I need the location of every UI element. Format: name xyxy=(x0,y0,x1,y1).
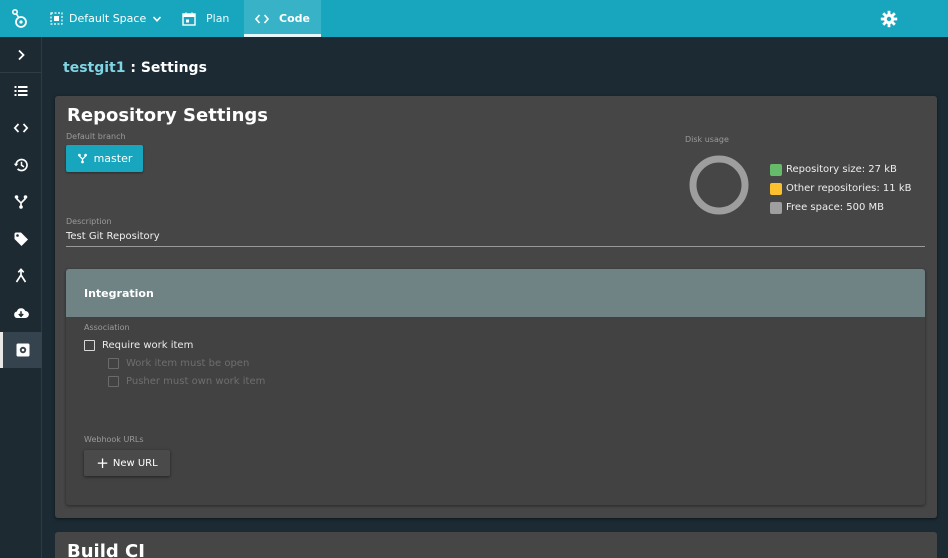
legend-item-free-space: Free space: 500 MB xyxy=(770,198,911,217)
pusher-owns-checkbox: Pusher must own work item xyxy=(108,376,265,387)
legend-label: Free space: 500 MB xyxy=(786,202,885,213)
sidebar-item-tags[interactable] xyxy=(0,221,42,257)
default-branch-value: master xyxy=(93,152,133,165)
space-icon xyxy=(50,12,63,25)
tab-plan[interactable]: Plan xyxy=(182,0,229,37)
cloud-download-icon xyxy=(14,308,29,318)
breadcrumb-page: : Settings xyxy=(125,60,207,76)
sidebar-item-history[interactable] xyxy=(0,147,42,183)
pusher-owns-label: Pusher must own work item xyxy=(126,376,266,387)
default-branch-label: Default branch xyxy=(66,132,126,141)
sidebar-item-branches[interactable] xyxy=(0,184,42,220)
legend-label: Repository size: 27 kB xyxy=(786,164,897,175)
description-label: Description xyxy=(66,217,112,226)
gear-icon[interactable] xyxy=(880,10,898,28)
checkbox-box[interactable] xyxy=(84,340,95,351)
branch-icon xyxy=(14,195,28,209)
sidebar-item-settings[interactable] xyxy=(0,332,42,368)
checkbox-box xyxy=(108,358,119,369)
checkbox-box xyxy=(108,376,119,387)
app-logo-icon[interactable] xyxy=(0,0,37,37)
new-url-button[interactable]: + New URL xyxy=(84,450,170,476)
tag-icon xyxy=(14,232,28,246)
space-selector[interactable]: Default Space xyxy=(50,0,162,37)
sidebar-item-code[interactable] xyxy=(0,110,42,146)
settings-icon xyxy=(16,343,29,357)
require-work-item-checkbox[interactable]: Require work item xyxy=(84,340,193,351)
repository-settings-title: Repository Settings xyxy=(67,105,269,126)
build-ci-title: Build CI xyxy=(67,541,145,558)
description-field[interactable]: Test Git Repository xyxy=(66,231,160,242)
legend-item-other-repositories: Other repositories: 11 kB xyxy=(770,179,911,198)
require-work-item-label: Require work item xyxy=(102,340,194,351)
tab-plan-label: Plan xyxy=(206,12,230,25)
disk-usage-label: Disk usage xyxy=(685,135,729,144)
disk-usage-chart xyxy=(689,155,749,215)
build-ci-card: Build CI xyxy=(55,532,937,558)
new-url-label: New URL xyxy=(112,457,158,469)
integration-header[interactable]: Integration xyxy=(66,269,925,317)
sidebar-item-list[interactable] xyxy=(0,73,42,109)
sidebar-expand-button[interactable] xyxy=(0,37,42,73)
chevron-down-icon xyxy=(153,15,162,22)
legend-swatch xyxy=(770,163,782,176)
code-icon xyxy=(13,123,29,133)
integration-panel: Integration Association Require work ite… xyxy=(66,269,925,505)
integration-title: Integration xyxy=(84,287,154,300)
top-bar: Default Space Plan Code xyxy=(0,0,948,37)
branch-icon xyxy=(77,153,87,164)
legend-swatch xyxy=(770,201,782,214)
disk-usage-legend: Repository size: 27 kB Other repositorie… xyxy=(770,160,911,217)
sidebar-item-download[interactable] xyxy=(0,295,42,331)
plus-icon: + xyxy=(96,453,109,472)
legend-label: Other repositories: 11 kB xyxy=(786,183,912,194)
legend-item-repository-size: Repository size: 27 kB xyxy=(770,160,911,179)
work-item-open-label: Work item must be open xyxy=(126,358,250,369)
work-item-open-checkbox: Work item must be open xyxy=(108,358,249,369)
breadcrumb: testgit1 : Settings xyxy=(63,60,207,76)
description-underline xyxy=(66,246,925,247)
tab-code[interactable]: Code xyxy=(244,0,321,37)
left-sidebar xyxy=(0,37,42,558)
default-branch-button[interactable]: master xyxy=(66,145,143,172)
chevron-right-icon xyxy=(18,49,25,60)
tab-code-label: Code xyxy=(279,12,310,25)
calendar-icon xyxy=(182,12,196,26)
history-icon xyxy=(13,158,28,172)
repository-settings-card: Repository Settings Default branch maste… xyxy=(55,96,937,518)
association-label: Association xyxy=(84,323,130,332)
webhook-urls-label: Webhook URLs xyxy=(84,435,144,444)
merge-icon xyxy=(15,268,27,283)
code-icon xyxy=(255,13,270,24)
space-label: Default Space xyxy=(69,12,147,25)
sidebar-item-merge[interactable] xyxy=(0,258,42,294)
breadcrumb-repo-link[interactable]: testgit1 xyxy=(63,60,125,76)
list-icon xyxy=(14,86,28,96)
legend-swatch xyxy=(770,182,782,195)
